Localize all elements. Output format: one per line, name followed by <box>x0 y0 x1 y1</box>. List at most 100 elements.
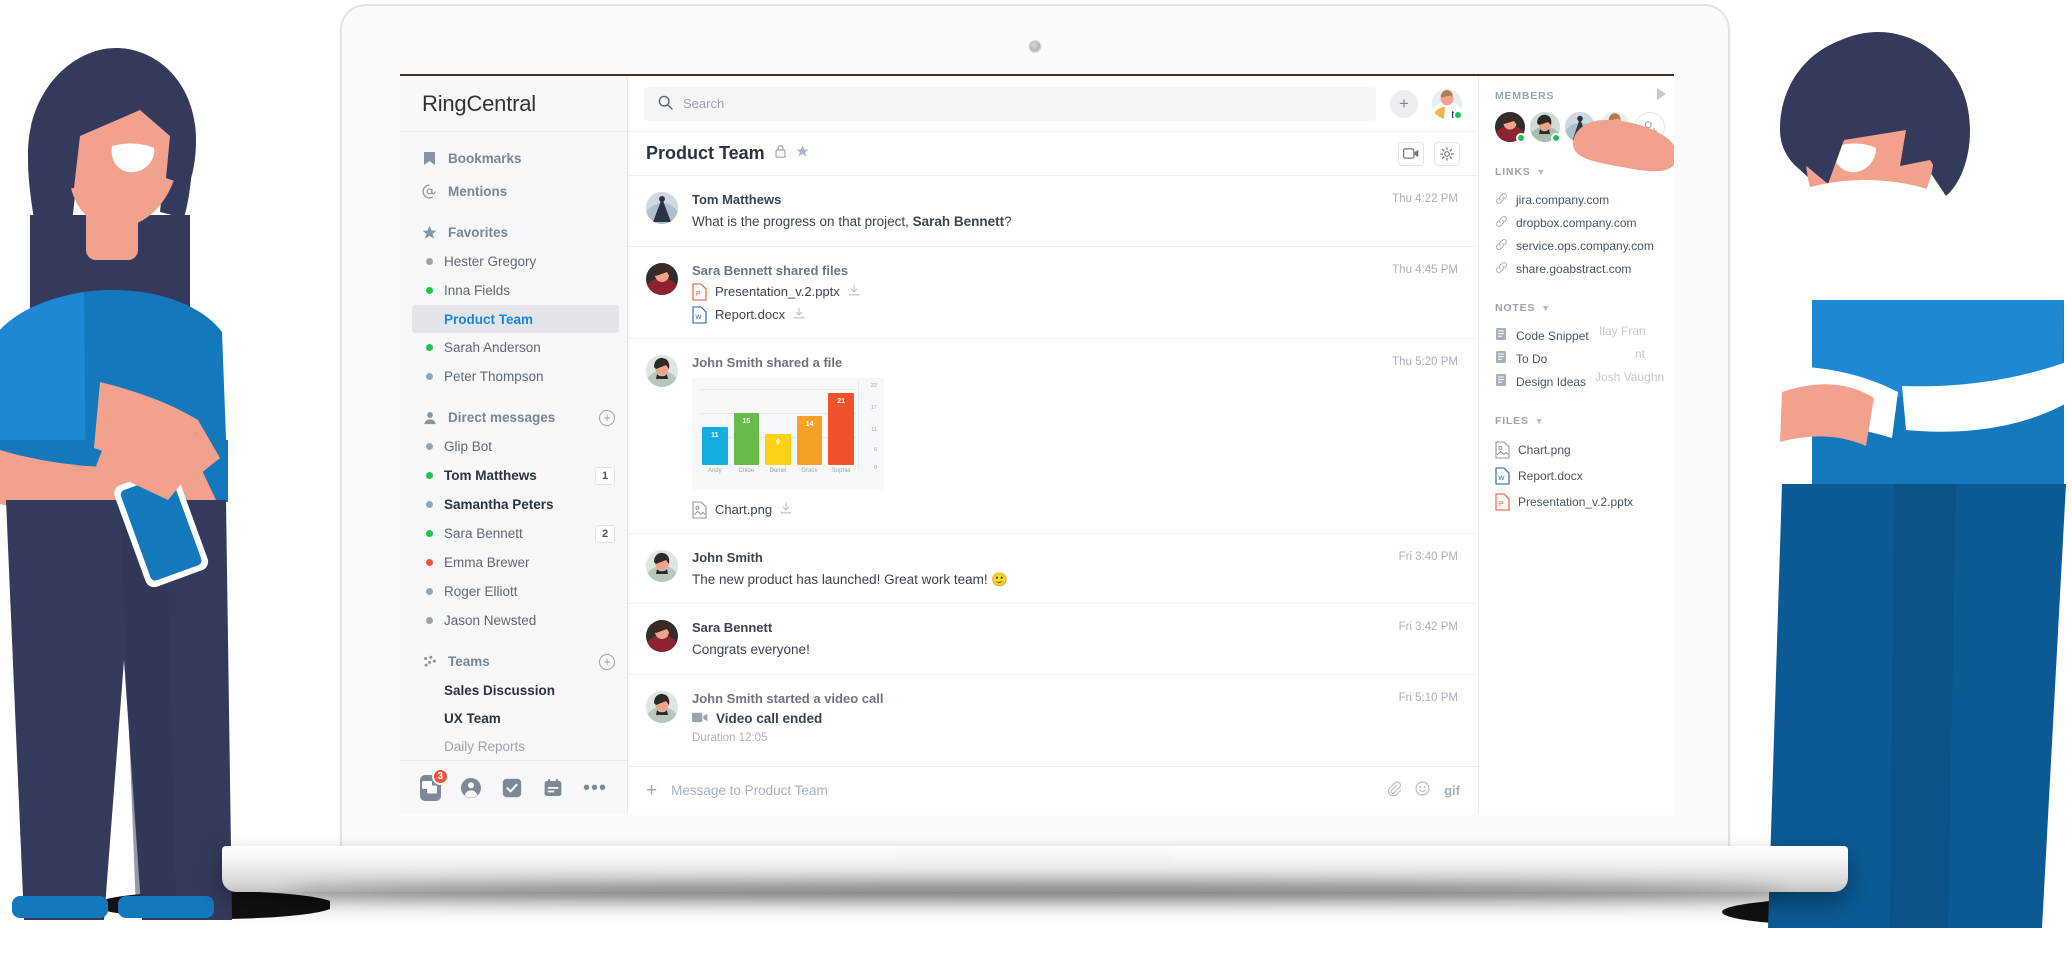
message-input[interactable]: Message to Product Team <box>671 783 1372 798</box>
sidebar-item-tom-matthews[interactable]: Tom Matthews 1 <box>400 461 627 490</box>
sidebar-item-sarah-anderson[interactable]: Sarah Anderson <box>400 333 627 362</box>
link-item[interactable]: dropbox.company.com <box>1495 211 1674 234</box>
message-composer: + Message to Product Team gif <box>628 766 1478 814</box>
at-icon <box>422 184 437 199</box>
avatar[interactable] <box>646 192 678 224</box>
laptop-shadow <box>285 882 1785 898</box>
calendar-icon[interactable] <box>542 775 563 801</box>
sidebar-item-product-team[interactable]: Product Team <box>412 305 619 333</box>
dock-badge: 3 <box>431 767 449 785</box>
sidebar-item-ux-team[interactable]: UX Team <box>400 704 627 732</box>
member-avatar[interactable] <box>1530 112 1561 143</box>
member-avatar[interactable] <box>1565 112 1596 143</box>
chart-plot-area: 11 15 9 14 21 22 17 11 6 0 <box>700 382 878 471</box>
add-button[interactable]: + <box>1390 89 1418 118</box>
file-item[interactable]: P Presentation_v.2.pptx <box>1495 489 1674 515</box>
sidebar-item-bookmarks[interactable]: Bookmarks <box>400 144 627 173</box>
file-attachment[interactable]: P Presentation_v.2.pptx <box>692 283 1460 301</box>
message-mention[interactable]: Sarah Bennett <box>913 214 1005 229</box>
file-label: Report.docx <box>1518 469 1583 483</box>
avatar[interactable] <box>646 262 678 295</box>
link-item[interactable]: service.ops.company.com <box>1495 234 1674 257</box>
more-icon[interactable]: ••• <box>583 778 607 798</box>
tasks-icon[interactable] <box>502 775 523 801</box>
sidebar-item-sales-discussion[interactable]: Sales Discussion <box>400 676 627 704</box>
presence-dot <box>426 443 433 450</box>
section-title-members: MEMBERS <box>1495 90 1555 102</box>
sidebar-item-sara-bennett[interactable]: Sara Bennett 2 <box>400 519 627 548</box>
file-attachment[interactable]: W Report.docx <box>692 306 1460 324</box>
gif-button[interactable]: gif <box>1444 783 1460 798</box>
download-icon[interactable] <box>793 307 805 322</box>
link-item[interactable]: share.goabstract.com <box>1495 257 1674 280</box>
file-name: Chart.png <box>715 502 773 518</box>
file-item[interactable]: W Report.docx <box>1495 463 1674 489</box>
sidebar-section-direct-messages[interactable]: Direct messages + <box>400 403 627 432</box>
member-avatars <box>1495 112 1674 143</box>
messages-icon[interactable]: 3 <box>420 767 449 801</box>
call-duration: Duration 12:05 <box>692 731 768 744</box>
member-avatar[interactable] <box>1495 112 1526 143</box>
add-member-icon[interactable] <box>1635 112 1665 142</box>
download-icon[interactable] <box>848 284 860 299</box>
sidebar-label-favorites: Favorites <box>448 225 509 240</box>
link-label: jira.company.com <box>1516 192 1610 207</box>
sidebar-item-inna-fields[interactable]: Inna Fields <box>400 276 627 305</box>
add-direct-message-button[interactable]: + <box>599 409 615 426</box>
file-attachment[interactable]: Chart.png <box>692 501 1460 519</box>
plus-icon[interactable]: + <box>646 781 657 800</box>
note-item[interactable]: Design Ideas Josh Vaughn <box>1495 370 1674 393</box>
download-icon[interactable] <box>780 502 792 517</box>
emoji-icon[interactable] <box>1415 780 1430 801</box>
avatar[interactable] <box>646 620 678 653</box>
collapse-panel-icon[interactable] <box>1657 88 1666 100</box>
note-item[interactable]: Code Snippet Ilay Fran <box>1495 324 1674 347</box>
sidebar-item-jason-newsted[interactable]: Jason Newsted <box>400 606 627 635</box>
chart-preview[interactable]: 11 15 9 14 21 22 17 11 6 0 Andy Chloe Da… <box>692 377 884 490</box>
sidebar-section-teams[interactable]: Teams + <box>400 647 627 676</box>
x-tick: Daniel <box>769 467 787 474</box>
sidebar-item-emma-brewer[interactable]: Emma Brewer <box>400 548 627 577</box>
sidebar-item-samantha-peters[interactable]: Samantha Peters <box>400 490 627 519</box>
avatar[interactable] <box>1432 88 1463 120</box>
message-time: Thu 4:22 PM <box>1392 193 1458 205</box>
message-item: John Smith shared a file 11 15 9 14 21 2… <box>628 339 1478 534</box>
sidebar-item-daily-reports[interactable]: Daily Reports <box>400 732 627 760</box>
section-title-links[interactable]: LINKS ▼ <box>1495 166 1674 178</box>
sidebar-section-favorites[interactable]: Favorites <box>400 218 627 247</box>
presence-indicator <box>1516 133 1526 143</box>
link-item[interactable]: jira.company.com <box>1495 188 1674 211</box>
sidebar-item-glip-bot[interactable]: Glip Bot <box>400 432 627 461</box>
sidebar-item-peter-thompson[interactable]: Peter Thompson <box>400 362 627 391</box>
avatar[interactable] <box>646 690 678 723</box>
video-camera-icon[interactable] <box>1398 141 1424 166</box>
sidebar-item-mentions[interactable]: Mentions <box>400 177 627 206</box>
note-item[interactable]: To Do nt <box>1495 347 1674 370</box>
page-title: Product Team <box>646 143 765 163</box>
section-title-notes[interactable]: NOTES ▼ <box>1495 302 1674 314</box>
sidebar-item-hester-gregory[interactable]: Hester Gregory <box>400 247 627 276</box>
call-status: Video call ended <box>716 710 823 726</box>
note-icon <box>1495 327 1508 344</box>
center-column: Search + Product Team Tom Matthews What … <box>628 76 1478 814</box>
member-avatar[interactable] <box>1600 112 1631 143</box>
file-item[interactable]: Chart.png <box>1495 437 1674 463</box>
sidebar-label: Samantha Peters <box>444 497 554 512</box>
section-title-files[interactable]: FILES ▼ <box>1495 415 1674 427</box>
avatar[interactable] <box>646 354 678 387</box>
message-item: Tom Matthews What is the progress on tha… <box>628 176 1478 247</box>
x-tick: Andy <box>707 467 722 474</box>
contacts-icon[interactable] <box>461 775 482 801</box>
search-input[interactable]: Search <box>644 86 1376 121</box>
presence-dot <box>426 501 433 508</box>
file-name: Presentation_v.2.pptx <box>715 284 840 300</box>
sidebar-item-roger-elliott[interactable]: Roger Elliott <box>400 577 627 606</box>
add-team-button[interactable]: + <box>599 653 615 670</box>
avatar[interactable] <box>646 549 678 582</box>
sidebar-label: Sarah Anderson <box>444 340 541 355</box>
paperclip-icon[interactable] <box>1386 780 1402 801</box>
star-icon[interactable] <box>796 144 809 163</box>
pptx-file-icon: P <box>1495 493 1510 511</box>
gear-icon[interactable] <box>1434 141 1460 166</box>
message-author: John Smith <box>692 549 763 565</box>
